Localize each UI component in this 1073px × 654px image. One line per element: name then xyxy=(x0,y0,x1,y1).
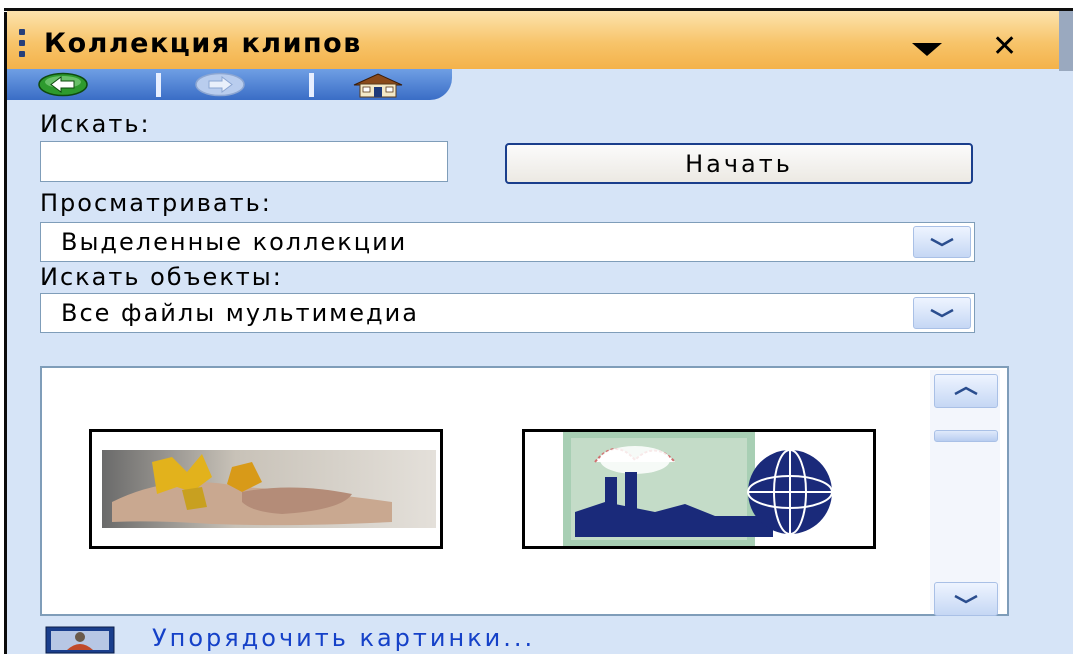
home-button[interactable] xyxy=(350,72,403,98)
back-button[interactable] xyxy=(37,72,89,97)
organize-clips-icon[interactable] xyxy=(45,626,115,654)
start-search-button[interactable]: Начать xyxy=(505,143,973,184)
clip-art-task-pane: Коллекция клипов ✕ Искать: Начать Просма… xyxy=(0,0,1073,654)
home-icon xyxy=(353,73,403,98)
pane-menu-dropdown-icon[interactable] xyxy=(912,43,942,56)
results-scrollbar[interactable] xyxy=(930,370,1000,616)
pane-title: Коллекция клипов xyxy=(44,28,362,59)
media-type-dropdown-button[interactable] xyxy=(913,297,971,329)
back-arrow-icon xyxy=(38,72,88,97)
toolbar-separator xyxy=(156,73,161,97)
scroll-up-button[interactable] xyxy=(934,374,998,408)
toolbar-separator xyxy=(309,73,314,97)
search-label: Искать: xyxy=(40,110,151,138)
organize-clips-link[interactable]: Упорядочить картинки... xyxy=(152,624,535,652)
clip-thumbnail[interactable] xyxy=(89,429,443,549)
collections-select[interactable]: Выделенные коллекции xyxy=(40,222,975,262)
scroll-down-button[interactable] xyxy=(934,582,998,616)
clip-thumbnail[interactable] xyxy=(522,429,876,549)
chevron-down-icon xyxy=(930,237,954,247)
nav-toolbar xyxy=(7,69,452,100)
chevron-up-icon xyxy=(954,386,978,396)
object-type-label: Искать объекты: xyxy=(40,263,283,291)
factory-globe-clip-icon xyxy=(563,432,833,546)
results-area xyxy=(40,366,1009,616)
browse-label: Просматривать: xyxy=(40,189,272,217)
chevron-down-icon xyxy=(930,308,954,318)
close-icon[interactable]: ✕ xyxy=(992,32,1017,62)
forward-arrow-icon xyxy=(195,72,245,97)
right-edge xyxy=(1059,11,1073,71)
chevron-down-icon xyxy=(954,594,978,604)
collections-dropdown-button[interactable] xyxy=(913,226,971,258)
search-input[interactable] xyxy=(40,141,448,182)
media-type-select[interactable]: Все файлы мультимедиа xyxy=(40,293,975,333)
pane-titlebar[interactable]: Коллекция клипов ✕ xyxy=(7,11,1073,69)
scroll-thumb[interactable] xyxy=(934,430,998,442)
media-type-select-value: Все файлы мультимедиа xyxy=(61,299,419,327)
drag-grip-icon[interactable] xyxy=(19,29,27,67)
forward-button[interactable] xyxy=(194,72,246,97)
left-border xyxy=(0,12,7,654)
hands-leaves-clip-icon xyxy=(102,450,436,528)
collections-select-value: Выделенные коллекции xyxy=(61,228,408,256)
